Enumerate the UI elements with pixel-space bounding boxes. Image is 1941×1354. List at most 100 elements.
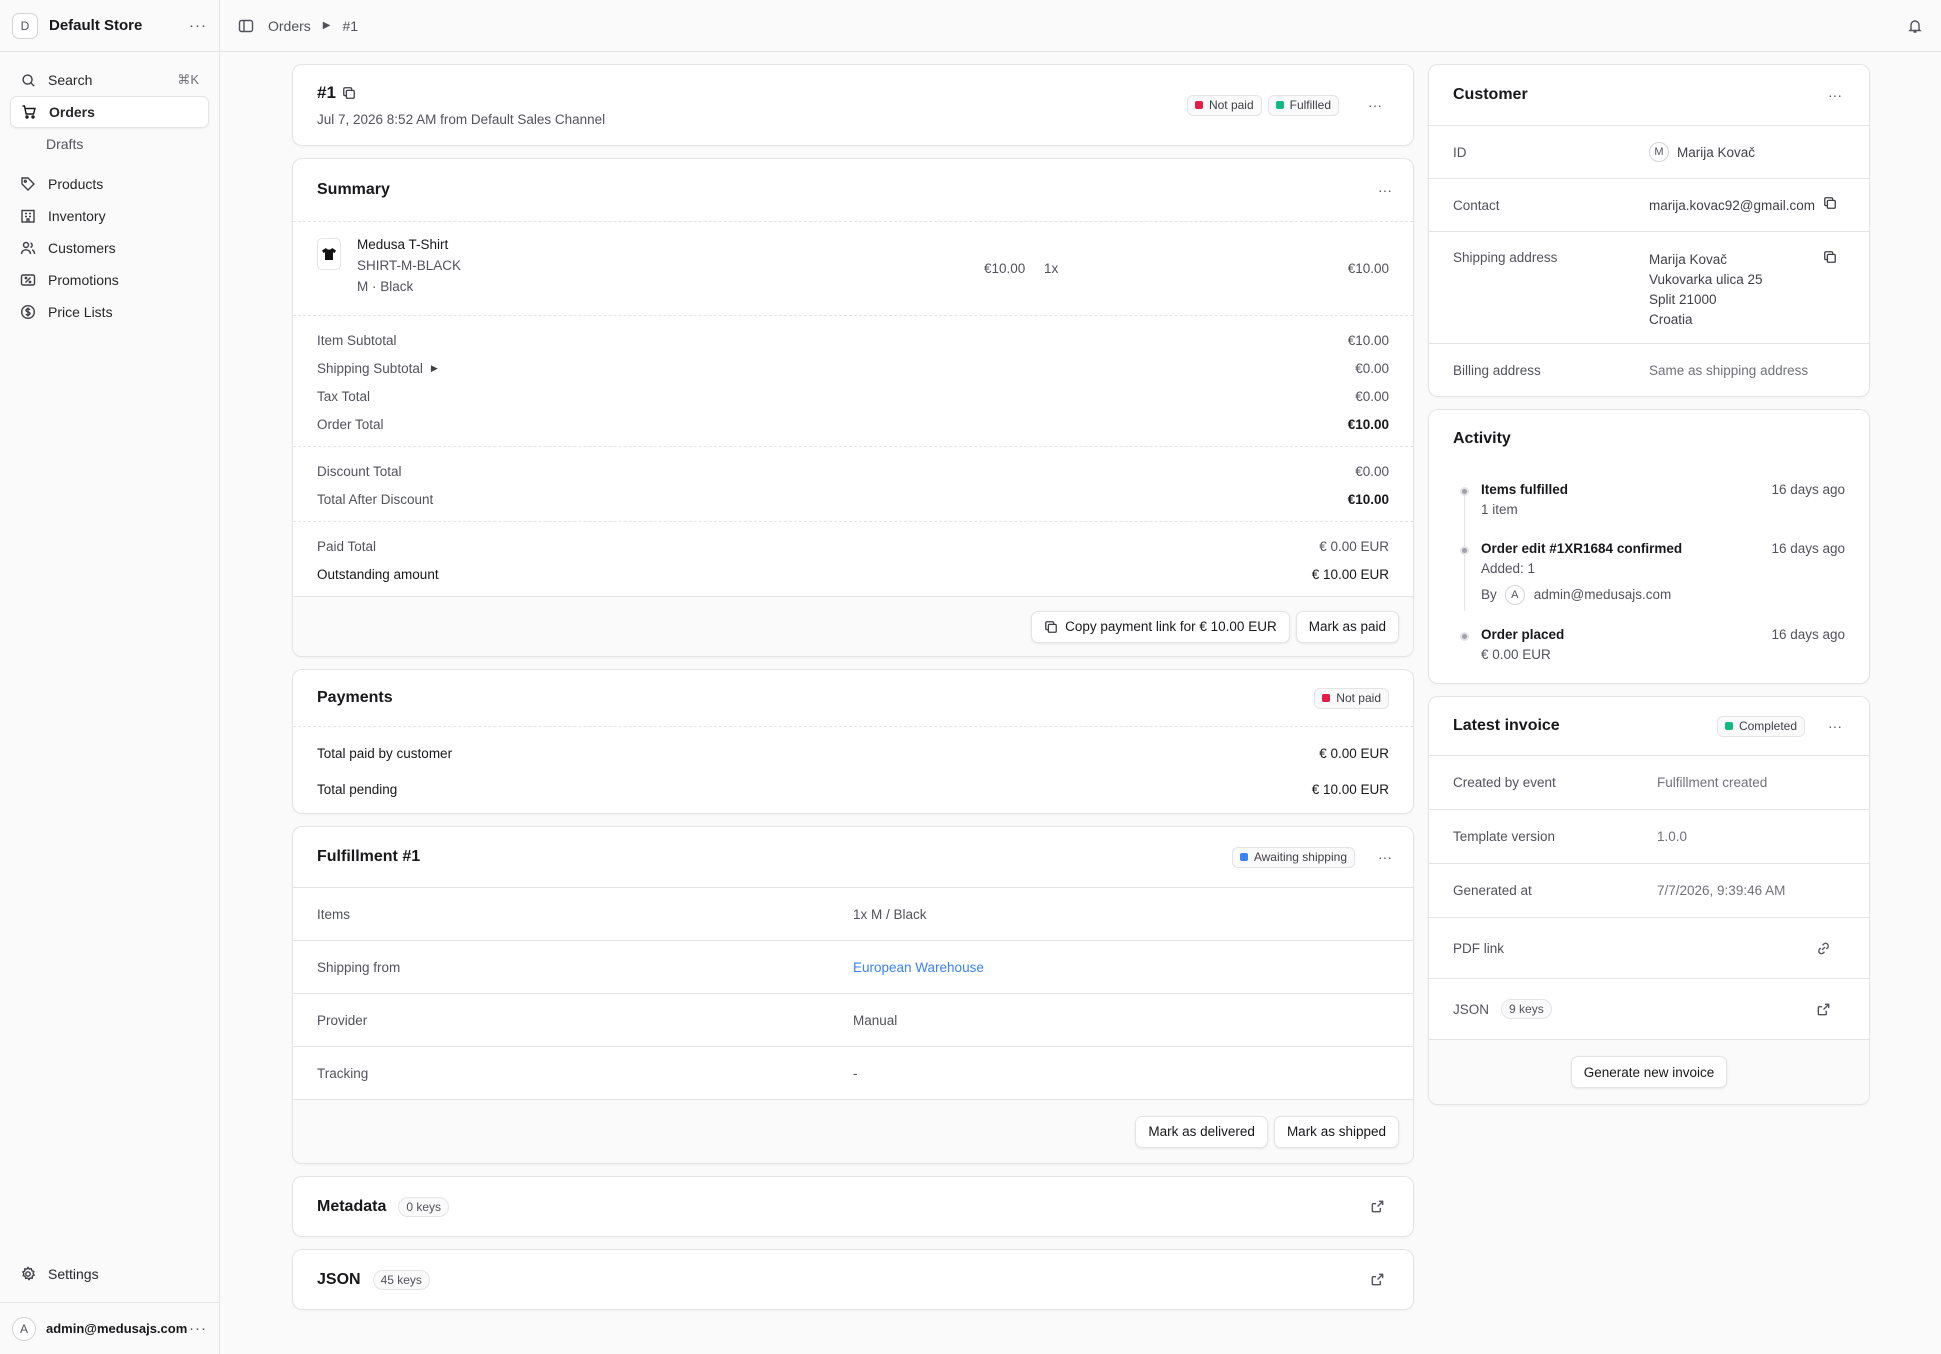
badge-label: Awaiting shipping bbox=[1253, 850, 1347, 864]
metadata-title: Metadata bbox=[317, 1197, 387, 1215]
sidebar-item-products[interactable]: Products bbox=[10, 168, 209, 200]
event-title: Items fulfilled bbox=[1481, 482, 1569, 497]
invoice-json-label: JSON bbox=[1453, 1001, 1490, 1017]
warehouse-link[interactable]: European Warehouse bbox=[853, 960, 984, 975]
mark-as-delivered-button[interactable]: Mark as delivered bbox=[1135, 1115, 1268, 1148]
quantity: 1x bbox=[1044, 261, 1059, 276]
contact-email: marija.kovac92@gmail.com bbox=[1649, 197, 1816, 213]
user-menu[interactable]: A admin@medusajs.com ··· bbox=[0, 1302, 219, 1354]
unit-price: €10.00 bbox=[984, 261, 1026, 276]
search-icon bbox=[20, 72, 36, 88]
fulfillment-label: Shipping from bbox=[317, 959, 401, 975]
tag-icon bbox=[20, 176, 36, 192]
totals-row: Item Subtotal €10.00 bbox=[293, 326, 1413, 354]
sidebar-item-orders[interactable]: Orders bbox=[10, 96, 209, 128]
tshirt-icon bbox=[322, 248, 336, 260]
activity-event: Order placed € 0.00 EUR 16 days ago bbox=[1453, 625, 1845, 675]
totals-label: Shipping Subtotal bbox=[317, 360, 423, 376]
payments-value: € 10.00 EUR bbox=[1311, 781, 1389, 797]
copy-icon[interactable] bbox=[1823, 196, 1837, 210]
link-icon[interactable] bbox=[1816, 941, 1831, 956]
totals-row[interactable]: Shipping Subtotal ▶ €0.00 bbox=[293, 354, 1413, 382]
sidebar-nav: Search ⌘K Orders Drafts Products Invento… bbox=[0, 52, 219, 328]
sidebar-item-inventory[interactable]: Inventory bbox=[10, 200, 209, 232]
fulfillment-value: Manual bbox=[853, 1012, 898, 1028]
totals-value: €0.00 bbox=[1355, 388, 1389, 404]
discount-section: Discount Total €0.00 Total After Discount… bbox=[293, 446, 1413, 521]
discount-label: Discount Total bbox=[317, 463, 402, 479]
main-column: #1 Jul 7, 2026 8:52 AM from Default Sale… bbox=[292, 64, 1414, 1322]
fulfillment-value: - bbox=[853, 1065, 858, 1081]
side-column: Customer ··· ID M Marija Kovač Contact m… bbox=[1428, 64, 1870, 1117]
event-detail: Added: 1 bbox=[1481, 561, 1536, 576]
event-detail: 1 item bbox=[1481, 502, 1518, 517]
search-button[interactable]: Search ⌘K bbox=[10, 64, 209, 96]
line-total: €10.00 bbox=[1347, 261, 1389, 276]
fulfillment-row: Provider Manual bbox=[293, 993, 1413, 1046]
copy-payment-link-button[interactable]: Copy payment link for € 10.00 EUR bbox=[1031, 610, 1290, 643]
billing-address-label: Billing address bbox=[1453, 362, 1541, 378]
payment-status-badge: Not paid bbox=[1186, 94, 1262, 116]
arrow-up-right-icon[interactable] bbox=[1370, 1272, 1385, 1287]
activity-card: Activity Items fulfilled 1 item 16 days … bbox=[1428, 409, 1870, 684]
store-more-icon[interactable]: ··· bbox=[189, 17, 207, 34]
sidebar-item-label: Products bbox=[48, 176, 104, 192]
event-author: By A admin@medusajs.com bbox=[1481, 585, 1682, 605]
invoice-json-row: JSON 9 keys bbox=[1429, 978, 1869, 1039]
totals-value: €10.00 bbox=[1347, 416, 1389, 432]
settings-label: Settings bbox=[48, 1266, 99, 1282]
fulfillment-more-icon[interactable]: ··· bbox=[1371, 843, 1399, 871]
fulfillment-row: Shipping from European Warehouse bbox=[293, 940, 1413, 993]
bell-icon[interactable] bbox=[1907, 18, 1923, 34]
badge-label: Not paid bbox=[1208, 98, 1254, 112]
invoice-more-icon[interactable]: ··· bbox=[1821, 712, 1849, 740]
shipping-address-label: Shipping address bbox=[1453, 250, 1558, 265]
customer-contact-row: Contact marija.kovac92@gmail.com bbox=[1429, 178, 1869, 231]
customer-id-row: ID M Marija Kovač bbox=[1429, 125, 1869, 178]
fulfillment-actions: Mark as delivered Mark as shipped bbox=[293, 1099, 1413, 1163]
paid-value: € 10.00 EUR bbox=[1311, 566, 1389, 582]
invoice-label: Created by event bbox=[1453, 775, 1556, 790]
store-switcher[interactable]: D Default Store ··· bbox=[0, 0, 219, 52]
mark-as-paid-button[interactable]: Mark as paid bbox=[1295, 610, 1399, 643]
author-email: admin@medusajs.com bbox=[1533, 587, 1672, 602]
sidebar-toggle-icon[interactable] bbox=[238, 18, 254, 34]
sidebar-item-promotions[interactable]: Promotions bbox=[10, 264, 209, 296]
metadata-keys-badge: 0 keys bbox=[398, 1196, 450, 1217]
timeline-dot bbox=[1460, 632, 1469, 641]
customer-title: Customer bbox=[1453, 86, 1528, 103]
sidebar-item-price-lists[interactable]: Price Lists bbox=[10, 296, 209, 328]
status-dot bbox=[1239, 853, 1248, 861]
currency-dollar-icon bbox=[20, 304, 36, 320]
json-title: JSON bbox=[317, 1270, 361, 1288]
billing-address-row: Billing address Same as shipping address bbox=[1429, 343, 1869, 396]
invoice-value: Fulfillment created bbox=[1657, 775, 1768, 790]
customer-more-icon[interactable]: ··· bbox=[1821, 81, 1849, 109]
arrow-up-right-icon[interactable] bbox=[1370, 1199, 1385, 1214]
sidebar-item-label: Drafts bbox=[46, 136, 84, 152]
author-avatar: A bbox=[1504, 585, 1525, 605]
sidebar-item-label: Inventory bbox=[48, 208, 106, 224]
generate-new-invoice-button[interactable]: Generate new invoice bbox=[1570, 1056, 1728, 1088]
invoice-status-badge: Completed bbox=[1716, 715, 1805, 737]
breadcrumb-orders[interactable]: Orders bbox=[268, 18, 311, 34]
arrow-up-right-icon[interactable] bbox=[1816, 1002, 1831, 1017]
invoice-row: Generated at 7/7/2026, 9:39:46 AM bbox=[1429, 863, 1869, 917]
shipping-address-row: Shipping address Marija Kovač Vukovarka … bbox=[1429, 231, 1869, 343]
copy-icon[interactable] bbox=[1823, 250, 1837, 264]
sidebar-item-customers[interactable]: Customers bbox=[10, 232, 209, 264]
mark-as-shipped-button[interactable]: Mark as shipped bbox=[1273, 1115, 1399, 1148]
store-avatar: D bbox=[12, 12, 38, 39]
status-dot bbox=[1322, 694, 1331, 702]
order-more-icon[interactable]: ··· bbox=[1361, 91, 1389, 119]
sidebar-item-drafts[interactable]: Drafts bbox=[10, 128, 209, 160]
user-email: admin@medusajs.com bbox=[46, 1321, 188, 1336]
summary-more-icon[interactable]: ··· bbox=[1371, 176, 1399, 204]
copy-icon[interactable] bbox=[342, 86, 356, 100]
product-sku: SHIRT-M-BLACK bbox=[357, 258, 462, 273]
user-more-icon[interactable]: ··· bbox=[189, 1320, 207, 1337]
event-detail: € 0.00 EUR bbox=[1481, 647, 1551, 662]
sidebar-item-settings[interactable]: Settings bbox=[10, 1258, 209, 1290]
customer-name-link[interactable]: Marija Kovač bbox=[1677, 145, 1755, 160]
fulfillment-row: Tracking - bbox=[293, 1046, 1413, 1099]
